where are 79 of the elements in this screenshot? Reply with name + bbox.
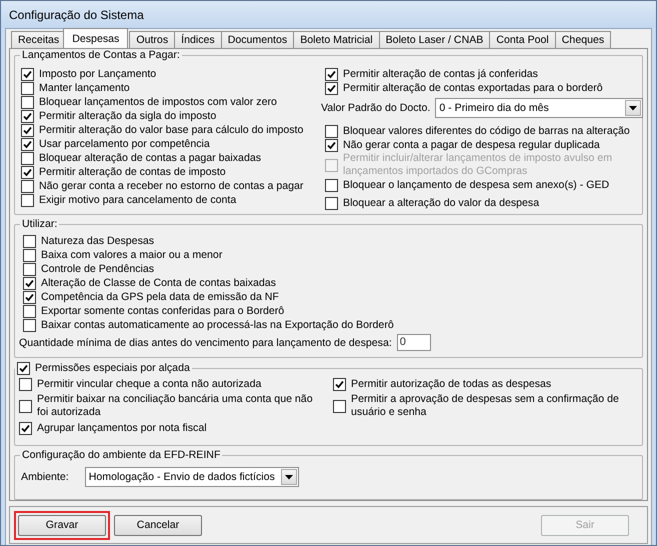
checkbox[interactable] — [21, 82, 34, 94]
checkbox[interactable] — [23, 318, 36, 332]
group-title: Lançamentos de Contas a Pagar: — [21, 49, 181, 61]
input-field[interactable]: 0 — [396, 334, 431, 351]
checkbox[interactable] — [21, 152, 34, 164]
checkbox[interactable] — [333, 400, 346, 412]
checkbox-label: Bloquear a alteração do valor da despesa — [343, 196, 540, 210]
checkbox-label: Exigir motivo para cancelamento de conta — [39, 194, 236, 206]
tab[interactable]: Boleto Laser / CNAB — [378, 31, 490, 48]
checkbox[interactable] — [21, 68, 34, 80]
dropdown[interactable]: 0 - Primeiro dia do mês — [435, 98, 644, 118]
checkbox[interactable] — [19, 422, 32, 434]
checkbox-label: Agrupar lançamentos por nota fiscal — [37, 422, 207, 434]
window-title: Configuração do Sistema — [1, 1, 656, 28]
checkbox[interactable] — [21, 110, 34, 122]
checkbox[interactable] — [23, 304, 36, 318]
dialog-button[interactable]: Gravar — [18, 514, 106, 536]
checkbox[interactable] — [325, 124, 338, 138]
checkbox[interactable] — [23, 248, 36, 262]
checkbox-label: Manter lançamento — [39, 82, 130, 94]
checkbox[interactable] — [325, 138, 338, 152]
checkbox[interactable] — [23, 290, 36, 304]
checkbox[interactable] — [325, 68, 338, 80]
checkbox-label: Controle de Pendências — [41, 262, 154, 276]
dialog-button[interactable]: Cancelar — [114, 514, 202, 536]
checkbox-label: Exportar somente contas conferidas para o Borderô — [41, 304, 284, 318]
checkbox-label: Baixar contas automaticamente ao processá-las na Exportação do Borderô — [41, 318, 394, 332]
checkbox[interactable] — [21, 180, 34, 192]
checkbox-label: Permitir alteração da sigla do imposto — [39, 110, 216, 122]
checkbox-label: Alteração de Classe de Conta de contas baixadas — [41, 276, 276, 290]
checkbox[interactable] — [19, 400, 32, 412]
tab[interactable]: Outros — [129, 31, 176, 48]
checkbox-label: Bloquear o lançamento de despesa sem anexo(s) - GED — [343, 178, 610, 192]
checkbox-label: Permitir alteração de contas exportadas para o borderô — [343, 82, 603, 94]
checkbox[interactable] — [325, 196, 338, 210]
checkbox-label: Natureza das Despesas — [41, 234, 154, 248]
checkbox-label: Baixa com valores a maior ou a menor — [41, 248, 222, 262]
checkbox[interactable] — [19, 378, 32, 390]
checkbox-label: Permitir autorização de todas as despesas — [351, 378, 552, 390]
checkbox[interactable] — [325, 82, 338, 94]
checkbox[interactable] — [21, 166, 34, 178]
tab[interactable]: Cheques — [554, 31, 612, 48]
checkbox[interactable] — [23, 234, 36, 248]
checkbox[interactable] — [23, 262, 36, 276]
checkbox-label: Permitir alteração de contas de imposto — [39, 166, 226, 178]
group-title: Utilizar: — [21, 218, 58, 230]
checkbox[interactable] — [17, 362, 30, 374]
dropdown[interactable]: Homologação - Envio de dados fictícios — [84, 467, 299, 487]
checkbox-label: Bloquear alteração de contas a pagar baixadas — [39, 152, 262, 164]
checkbox[interactable] — [21, 138, 34, 150]
checkbox-label: Competência da GPS pela data de emissão da NF — [41, 290, 279, 304]
checkbox[interactable] — [333, 378, 346, 390]
tab[interactable]: Documentos — [220, 31, 294, 48]
tab[interactable]: Conta Pool — [489, 31, 556, 48]
tab[interactable]: Índices — [174, 31, 222, 48]
checkbox-label: Permitir baixar na conciliação bancária uma conta que não foi autorizada — [37, 393, 314, 419]
checkbox-label: Não gerar conta a pagar de despesa regular duplicada — [343, 138, 600, 152]
checkbox-label: Permissões especiais por alçada — [35, 362, 190, 374]
checkbox-label: Permitir alteração de contas já conferidas — [343, 68, 538, 80]
checkbox[interactable] — [21, 194, 34, 206]
checkbox-label: Permitir incluir/alterar lançamentos de imposto avulso em lançamentos importados do GCompras — [343, 152, 614, 178]
group-title: Configuração do ambiente da EFD-REINF — [21, 449, 222, 461]
checkbox[interactable] — [325, 178, 338, 192]
checkbox-label: Permitir vincular cheque a conta não autorizada — [37, 378, 262, 390]
checkbox-label: Usar parcelamento por competência — [39, 138, 210, 150]
checkbox-label: Bloquear lançamentos de impostos com valor zero — [39, 96, 277, 108]
checkbox-label: Permitir a aprovação de despesas sem a confirmação de usuário e senha — [351, 393, 620, 419]
tab[interactable]: Despesas — [63, 28, 128, 48]
checkbox-label: Não gerar conta a receber no estorno de contas a pagar — [39, 180, 304, 192]
checkbox-label: Imposto por Lançamento — [39, 68, 156, 80]
field-label: Quantidade mínima de dias antes do vencimento para lançamento de despesa: — [19, 336, 392, 348]
field-label: Ambiente: — [21, 471, 69, 483]
checkbox[interactable] — [21, 124, 34, 136]
checkbox[interactable] — [21, 96, 34, 108]
field-label: Valor Padrão do Docto. — [321, 102, 430, 114]
checkbox-label: Permitir alteração do valor base para cálculo do imposto — [39, 124, 304, 136]
tab[interactable]: Boleto Matricial — [293, 31, 380, 48]
checkbox[interactable] — [23, 276, 36, 290]
checkbox-label: Bloquear valores diferentes do código de barras na alteração — [343, 124, 630, 138]
